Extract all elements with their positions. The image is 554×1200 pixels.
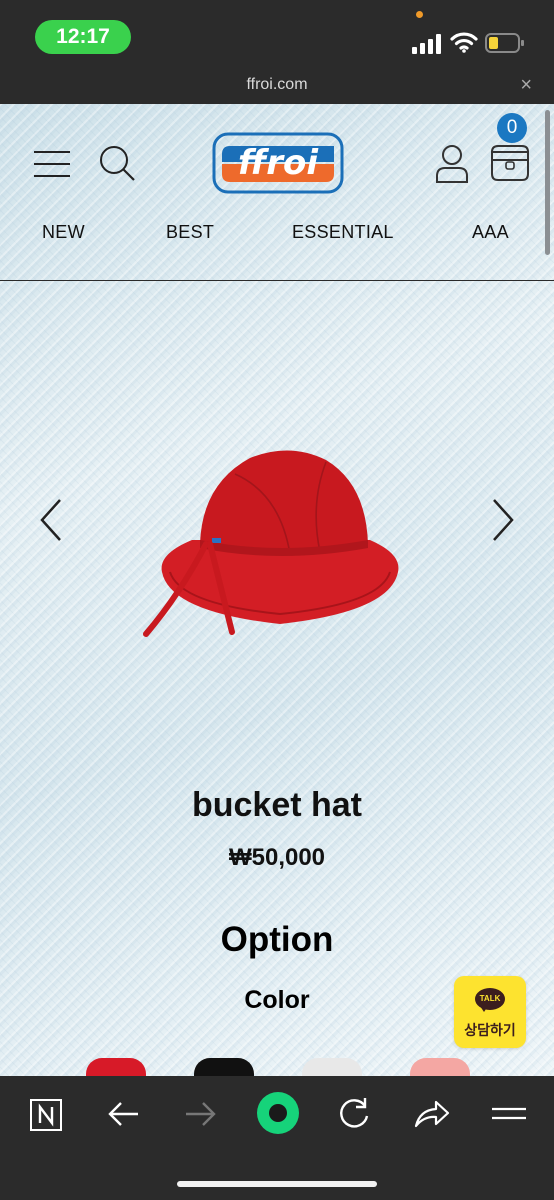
color-swatch[interactable] [194,1058,254,1076]
status-time: 12:17 [35,20,131,54]
wifi-icon [450,32,478,53]
search-icon[interactable] [98,144,138,184]
reload-icon[interactable] [334,1094,374,1134]
user-icon[interactable] [434,144,470,184]
naver-icon[interactable] [27,1094,67,1134]
talk-icon-tail [480,1006,488,1012]
site-header: ffroi 0 NEW BEST ESSENTIAL AAA [0,104,554,281]
product-price: ₩50,000 [228,844,326,871]
product-image[interactable] [140,444,420,644]
signal-icon [412,34,441,54]
menu-icon[interactable] [34,150,70,178]
brand-logo[interactable]: ffroi [212,132,344,194]
battery-icon [485,33,524,53]
color-swatch[interactable] [86,1058,146,1076]
category-nav: NEW BEST ESSENTIAL AAA [0,222,554,252]
nav-item-essential[interactable]: ESSENTIAL [292,222,394,243]
carousel-next-arrow-icon[interactable] [488,496,518,544]
privacy-indicator-dot [416,11,423,18]
logo-text: ffroi [238,143,319,183]
cart-count-badge[interactable]: 0 [497,113,527,143]
carousel-prev-arrow-icon[interactable] [36,496,66,544]
close-icon[interactable]: × [520,74,532,97]
color-swatch[interactable] [410,1058,470,1076]
green-dot-icon[interactable] [255,1090,301,1136]
nav-item-best[interactable]: BEST [166,222,214,243]
back-icon[interactable] [104,1094,144,1134]
forward-icon[interactable] [180,1094,220,1134]
url-text[interactable]: ffroi.com [0,76,554,94]
web-content: ffroi 0 NEW BEST ESSENTIAL AAA bucket ha… [0,104,554,1076]
talk-label: 상담하기 [464,1022,516,1038]
menu-lines-icon[interactable] [490,1094,530,1134]
cart-icon[interactable] [486,142,534,182]
nav-item-new[interactable]: NEW [42,222,85,243]
color-swatch[interactable] [302,1058,362,1076]
browser-toolbar [0,1076,554,1200]
product-name: bucket hat [191,786,363,824]
kakao-talk-button[interactable]: TALK 상담하기 [454,976,526,1048]
status-bar: 12:17 [0,0,554,70]
address-bar[interactable]: ffroi.com × [0,70,554,104]
home-indicator[interactable] [177,1181,377,1187]
nav-item-aaa[interactable]: AAA [472,222,509,243]
share-icon[interactable] [412,1094,452,1134]
option-heading: Option [220,920,334,959]
